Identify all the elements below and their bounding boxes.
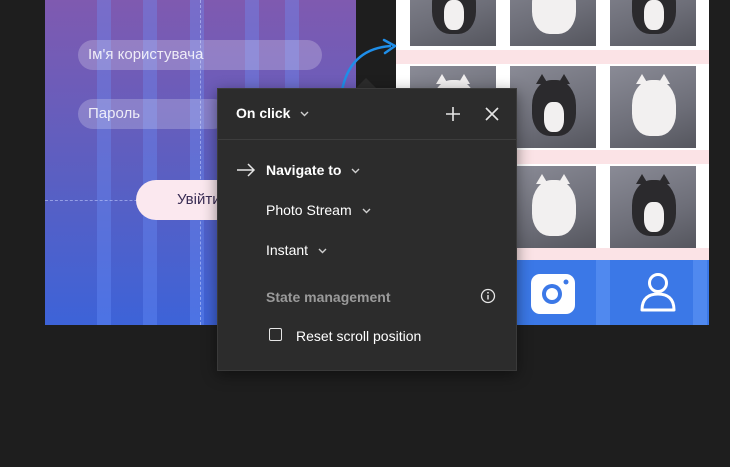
animation-dropdown[interactable]: Instant	[266, 242, 327, 258]
photo-thumbnail[interactable]	[610, 0, 696, 46]
add-icon[interactable]	[443, 104, 463, 124]
arrow-right-icon	[237, 163, 256, 177]
photo-thumbnail[interactable]	[510, 66, 596, 148]
state-management-heading: State management	[266, 289, 391, 305]
destination-dropdown[interactable]: Photo Stream	[266, 202, 371, 218]
trigger-label: On click	[236, 105, 291, 121]
action-label: Navigate to	[266, 162, 342, 178]
photo-thumbnail[interactable]	[610, 66, 696, 148]
layout-grid-column	[596, 260, 610, 325]
photo-thumbnail[interactable]	[510, 166, 596, 248]
info-icon[interactable]	[480, 288, 496, 304]
photo-thumbnail[interactable]	[610, 166, 696, 248]
chevron-down-icon	[351, 168, 360, 174]
password-field[interactable]: Пароль	[78, 99, 228, 129]
reset-scroll-checkbox[interactable]	[269, 328, 282, 341]
popover-header: On click	[218, 89, 516, 140]
interaction-popover: On click Navigate to Photo Stream Instan…	[217, 88, 517, 371]
chevron-down-icon	[318, 248, 327, 254]
chevron-down-icon	[362, 208, 370, 214]
action-dropdown[interactable]: Navigate to	[266, 162, 360, 178]
reset-scroll-label[interactable]: Reset scroll position	[296, 328, 421, 344]
trigger-dropdown[interactable]: On click	[236, 105, 309, 121]
row-separator	[396, 50, 709, 64]
close-icon[interactable]	[482, 104, 502, 124]
photo-thumbnail[interactable]	[510, 0, 596, 46]
layout-grid-column	[693, 260, 707, 325]
camera-icon[interactable]	[530, 273, 576, 315]
photo-thumbnail[interactable]	[410, 0, 496, 46]
destination-label: Photo Stream	[266, 202, 352, 218]
animation-label: Instant	[266, 242, 309, 258]
username-field[interactable]: Ім'я користувача	[78, 40, 322, 70]
chevron-down-icon	[300, 111, 309, 117]
user-icon[interactable]	[640, 272, 676, 312]
